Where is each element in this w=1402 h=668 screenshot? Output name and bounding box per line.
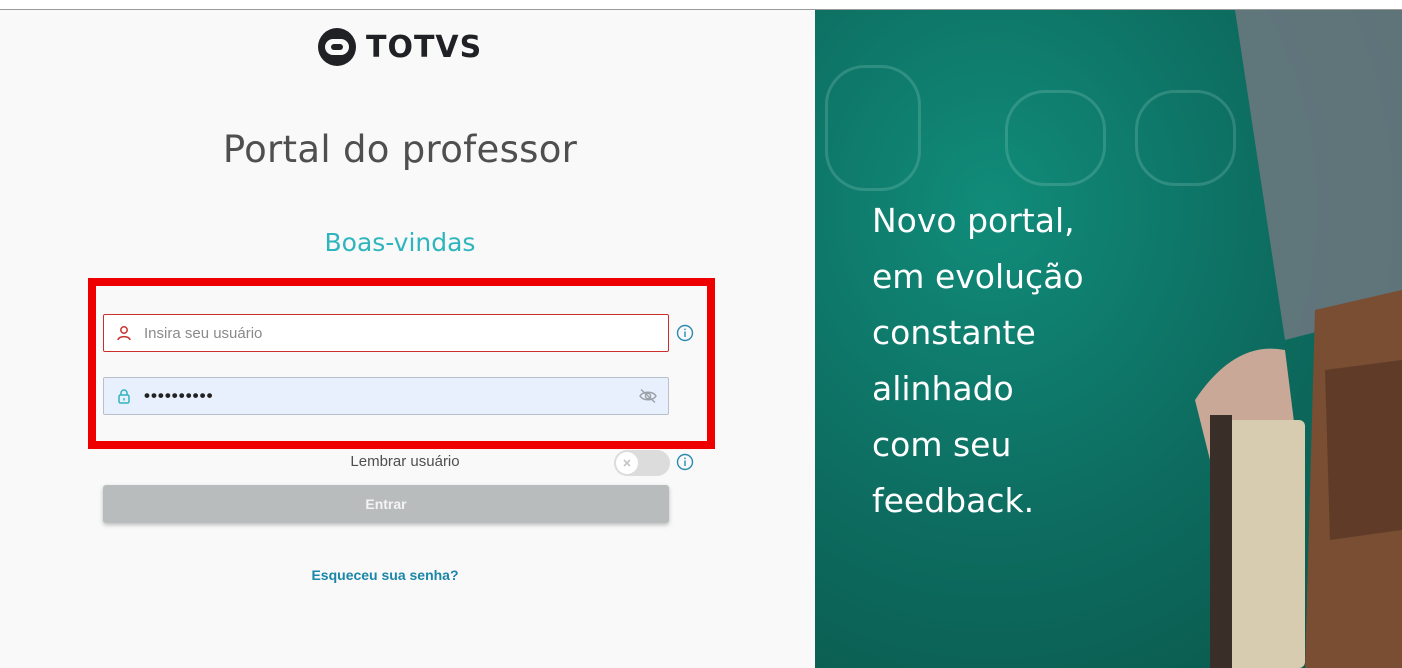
slogan-line: constante (872, 313, 1036, 352)
login-button[interactable]: Entrar (103, 485, 669, 523)
slogan-line: com seu (872, 425, 1012, 464)
page-title: Portal do professor (222, 128, 578, 171)
slogan-line: Novo portal, (872, 201, 1075, 240)
slogan-line: alinhado (872, 369, 1014, 408)
remember-user-toggle[interactable] (614, 450, 670, 476)
slogan-line: feedback. (872, 481, 1035, 520)
login-fields-highlight (88, 278, 715, 449)
totvs-logo-icon (318, 28, 356, 66)
hero-banner: Novo portal, em evolução constante alinh… (815, 10, 1402, 668)
slogan-line: em evolução (872, 257, 1084, 296)
hero-slogan: Novo portal, em evolução constante alinh… (872, 193, 1084, 529)
remember-info-icon[interactable] (676, 453, 694, 471)
toggle-off-icon (616, 452, 638, 474)
browser-top-border (0, 0, 1402, 10)
remember-user-label: Lembrar usuário (350, 453, 460, 470)
forgot-password-link[interactable]: Esqueceu sua senha? (250, 567, 520, 583)
brand-logo: TOTVS (318, 27, 482, 67)
logo-text: TOTVS (366, 29, 483, 65)
welcome-subtitle: Boas-vindas (324, 228, 476, 257)
